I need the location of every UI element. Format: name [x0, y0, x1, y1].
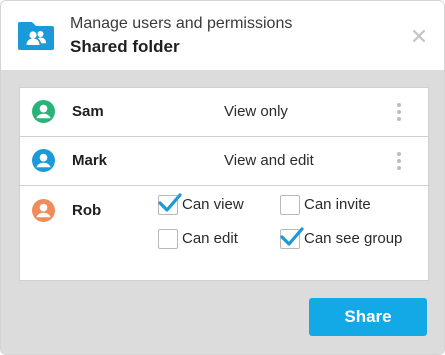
user-avatar-icon — [32, 149, 55, 172]
user-name: Rob — [72, 202, 102, 219]
user-row-mark: Mark View and edit — [20, 137, 428, 186]
shared-folder-icon — [18, 22, 54, 50]
dialog-header: Manage users and permissions Shared fold… — [1, 1, 444, 70]
user-row-sam: Sam View only — [20, 88, 428, 137]
more-options-icon[interactable] — [395, 102, 403, 122]
user-name: Sam — [72, 103, 104, 120]
checkbox-label: Can see group — [304, 230, 403, 247]
user-list: Sam View only Mark View and edit Rob Can… — [19, 87, 429, 281]
dialog-subtitle: Manage users and permissions — [70, 15, 293, 32]
more-options-icon[interactable] — [395, 151, 403, 171]
user-avatar-icon — [32, 199, 55, 222]
permission-value[interactable]: View and edit — [224, 152, 314, 169]
user-name: Mark — [72, 152, 108, 169]
checkmark-icon — [158, 193, 182, 212]
checkbox-label: Can edit — [182, 230, 238, 247]
share-button[interactable]: Share — [309, 298, 427, 336]
dialog-title: Shared folder — [70, 37, 180, 56]
checkbox-label: Can view — [182, 196, 244, 213]
permission-value[interactable]: View only — [224, 103, 288, 120]
checkmark-icon — [280, 227, 304, 246]
user-avatar-icon — [32, 100, 55, 123]
checkbox-box[interactable] — [158, 229, 178, 249]
checkbox-label: Can invite — [304, 196, 371, 213]
checkbox-box[interactable] — [280, 195, 300, 215]
dialog-body: Sam View only Mark View and edit Rob Can… — [1, 70, 444, 354]
close-icon[interactable] — [412, 29, 426, 43]
share-dialog: Manage users and permissions Shared fold… — [0, 0, 445, 355]
